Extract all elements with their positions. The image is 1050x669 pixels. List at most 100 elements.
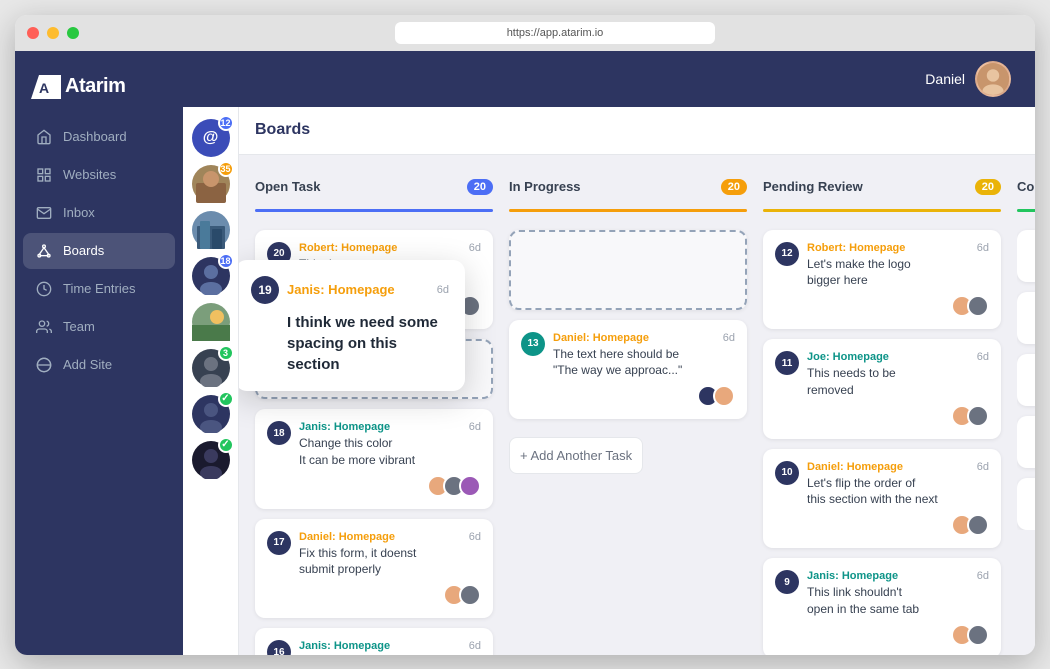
- task-avatars-9: [951, 624, 989, 646]
- board-title: Boards: [255, 121, 310, 139]
- icon-avatar-2[interactable]: [192, 211, 230, 249]
- url-bar[interactable]: https://app.atarim.io: [395, 22, 715, 44]
- col-open-title: Open Task: [255, 179, 321, 194]
- avatar-sm: [459, 584, 481, 606]
- home-icon: [35, 128, 53, 146]
- column-complete: Complete 20 8: [1017, 171, 1035, 530]
- icon-at[interactable]: @ 12: [192, 119, 230, 157]
- wordpress-icon: [35, 356, 53, 374]
- task-card-11[interactable]: 11 Joe: Homepage This needs to beremoved…: [763, 339, 1001, 439]
- task-card-9[interactable]: 9 Janis: Homepage This link shouldn'tope…: [763, 558, 1001, 654]
- sidebar-item-add-site-label: Add Site: [63, 357, 112, 372]
- tooltip-assignee: Janis: Homepage: [287, 282, 429, 297]
- logo: A Atarim: [15, 67, 183, 119]
- sidebar-item-inbox[interactable]: Inbox: [23, 195, 175, 231]
- badge-18: 18: [218, 253, 234, 269]
- task-card-complete-4[interactable]: 5: [1017, 416, 1035, 468]
- task-card-16[interactable]: 16 Janis: Homepage I think we can finda …: [255, 628, 493, 654]
- column-pending-review: Pending Review 20 12 Ro: [763, 171, 1001, 655]
- icon-avatar-7[interactable]: ✓: [192, 441, 230, 479]
- complete-task-list: 8 7: [1017, 230, 1035, 530]
- column-open-task: Open Task 20 20 Robert:: [255, 171, 493, 655]
- task-time-13: 6d: [723, 332, 735, 344]
- task-card-17[interactable]: 17 Daniel: Homepage Fix this form, it do…: [255, 519, 493, 619]
- tooltip-num: 19: [251, 276, 279, 304]
- sidebar-item-websites[interactable]: Websites: [23, 157, 175, 193]
- task-card-20[interactable]: 20 Robert: Homepage This doe...Let's ch.…: [255, 230, 493, 330]
- logo-icon: A: [31, 75, 61, 99]
- task-num-13: 13: [521, 332, 545, 356]
- clock-icon: [35, 280, 53, 298]
- sidebar-item-boards[interactable]: Boards: [23, 233, 175, 269]
- grid-icon: [35, 166, 53, 184]
- sidebar: A Atarim Dashboard: [15, 51, 183, 655]
- col-review-indicator: [763, 209, 1001, 212]
- task-avatars-18: [427, 475, 481, 497]
- col-review-badge: 20: [975, 179, 1001, 195]
- tooltip-time: 6d: [437, 284, 449, 296]
- task-desc-13: The text here should be"The way we appro…: [553, 346, 715, 380]
- add-task-progress-label: + Add Another Task: [520, 448, 632, 463]
- user-avatar[interactable]: [975, 61, 1011, 97]
- task-card-10[interactable]: 10 Daniel: Homepage Let's flip the order…: [763, 449, 1001, 549]
- task-desc-11: This needs to beremoved: [807, 365, 969, 399]
- task-avatars-17: [443, 584, 481, 606]
- url-text: https://app.atarim.io: [507, 27, 604, 39]
- avatar-sm: [967, 405, 989, 427]
- icon-avatar-6[interactable]: ✓: [192, 395, 230, 433]
- task-time-11: 6d: [977, 351, 989, 363]
- col-open-badge: 20: [467, 179, 493, 195]
- task-avatars-11: [951, 405, 989, 427]
- sidebar-item-dashboard-label: Dashboard: [63, 129, 127, 144]
- badge-35: 35: [218, 161, 234, 177]
- task-assignee-20: Robert: Homepage: [299, 242, 461, 254]
- minimize-button[interactable]: [47, 27, 59, 39]
- task-card-complete-2[interactable]: 7: [1017, 292, 1035, 344]
- task-desc-18: Change this colorIt can be more vibrant: [299, 435, 461, 469]
- kanban-board: Open Task 20 20 Robert:: [239, 155, 1035, 655]
- col-complete-indicator: [1017, 209, 1035, 212]
- col-complete-title: Complete: [1017, 179, 1035, 194]
- avatar-sm: [459, 475, 481, 497]
- task-time-9: 6d: [977, 570, 989, 582]
- sidebar-item-team[interactable]: Team: [23, 309, 175, 345]
- task-time-10: 6d: [977, 461, 989, 473]
- tooltip-desc: I think we need some spacing on this sec…: [251, 312, 449, 375]
- task-card-complete-5[interactable]: 4: [1017, 478, 1035, 530]
- review-task-list: 12 Robert: Homepage Let's make the logob…: [763, 230, 1001, 655]
- task-card-complete-1[interactable]: 8: [1017, 230, 1035, 282]
- task-assignee-17: Daniel: Homepage: [299, 531, 461, 543]
- add-task-progress[interactable]: + Add Another Task: [509, 437, 643, 474]
- icon-avatar-5[interactable]: 3: [192, 349, 230, 387]
- task-desc-10: Let's flip the order ofthis section with…: [807, 475, 969, 509]
- col-review-title: Pending Review: [763, 179, 863, 194]
- sidebar-item-boards-label: Boards: [63, 243, 104, 258]
- task-card-complete-3[interactable]: 6: [1017, 354, 1035, 406]
- sidebar-item-add-site[interactable]: Add Site: [23, 347, 175, 383]
- maximize-button[interactable]: [67, 27, 79, 39]
- sidebar-item-time-entries-label: Time Entries: [63, 281, 135, 296]
- avatar-sm: [967, 514, 989, 536]
- task-time-16: 6d: [469, 640, 481, 652]
- icon-avatar-4[interactable]: [192, 303, 230, 341]
- icon-avatar-3[interactable]: 18: [192, 257, 230, 295]
- task-card-13[interactable]: 13 Daniel: Homepage The text here should…: [509, 320, 747, 420]
- task-num-16: 16: [267, 640, 291, 654]
- col-open-indicator: [255, 209, 493, 212]
- task-desc-12: Let's make the logobigger here: [807, 256, 969, 290]
- sidebar-nav: Dashboard Websites: [15, 119, 183, 383]
- sidebar-item-time-entries[interactable]: Time Entries: [23, 271, 175, 307]
- task-assignee-9: Janis: Homepage: [807, 570, 969, 582]
- avatar-sm: [967, 295, 989, 317]
- task-time-18: 6d: [469, 421, 481, 433]
- task-num-11: 11: [775, 351, 799, 375]
- top-header: Daniel: [183, 51, 1035, 107]
- task-card-18[interactable]: 18 Janis: Homepage Change this colorIt c…: [255, 409, 493, 509]
- close-button[interactable]: [27, 27, 39, 39]
- user-name: Daniel: [925, 71, 965, 87]
- icon-avatar-1[interactable]: 35: [192, 165, 230, 203]
- in-progress-task-list: 13 Daniel: Homepage The text here should…: [509, 230, 747, 420]
- sidebar-item-dashboard[interactable]: Dashboard: [23, 119, 175, 155]
- task-time-12: 6d: [977, 242, 989, 254]
- task-card-12[interactable]: 12 Robert: Homepage Let's make the logob…: [763, 230, 1001, 330]
